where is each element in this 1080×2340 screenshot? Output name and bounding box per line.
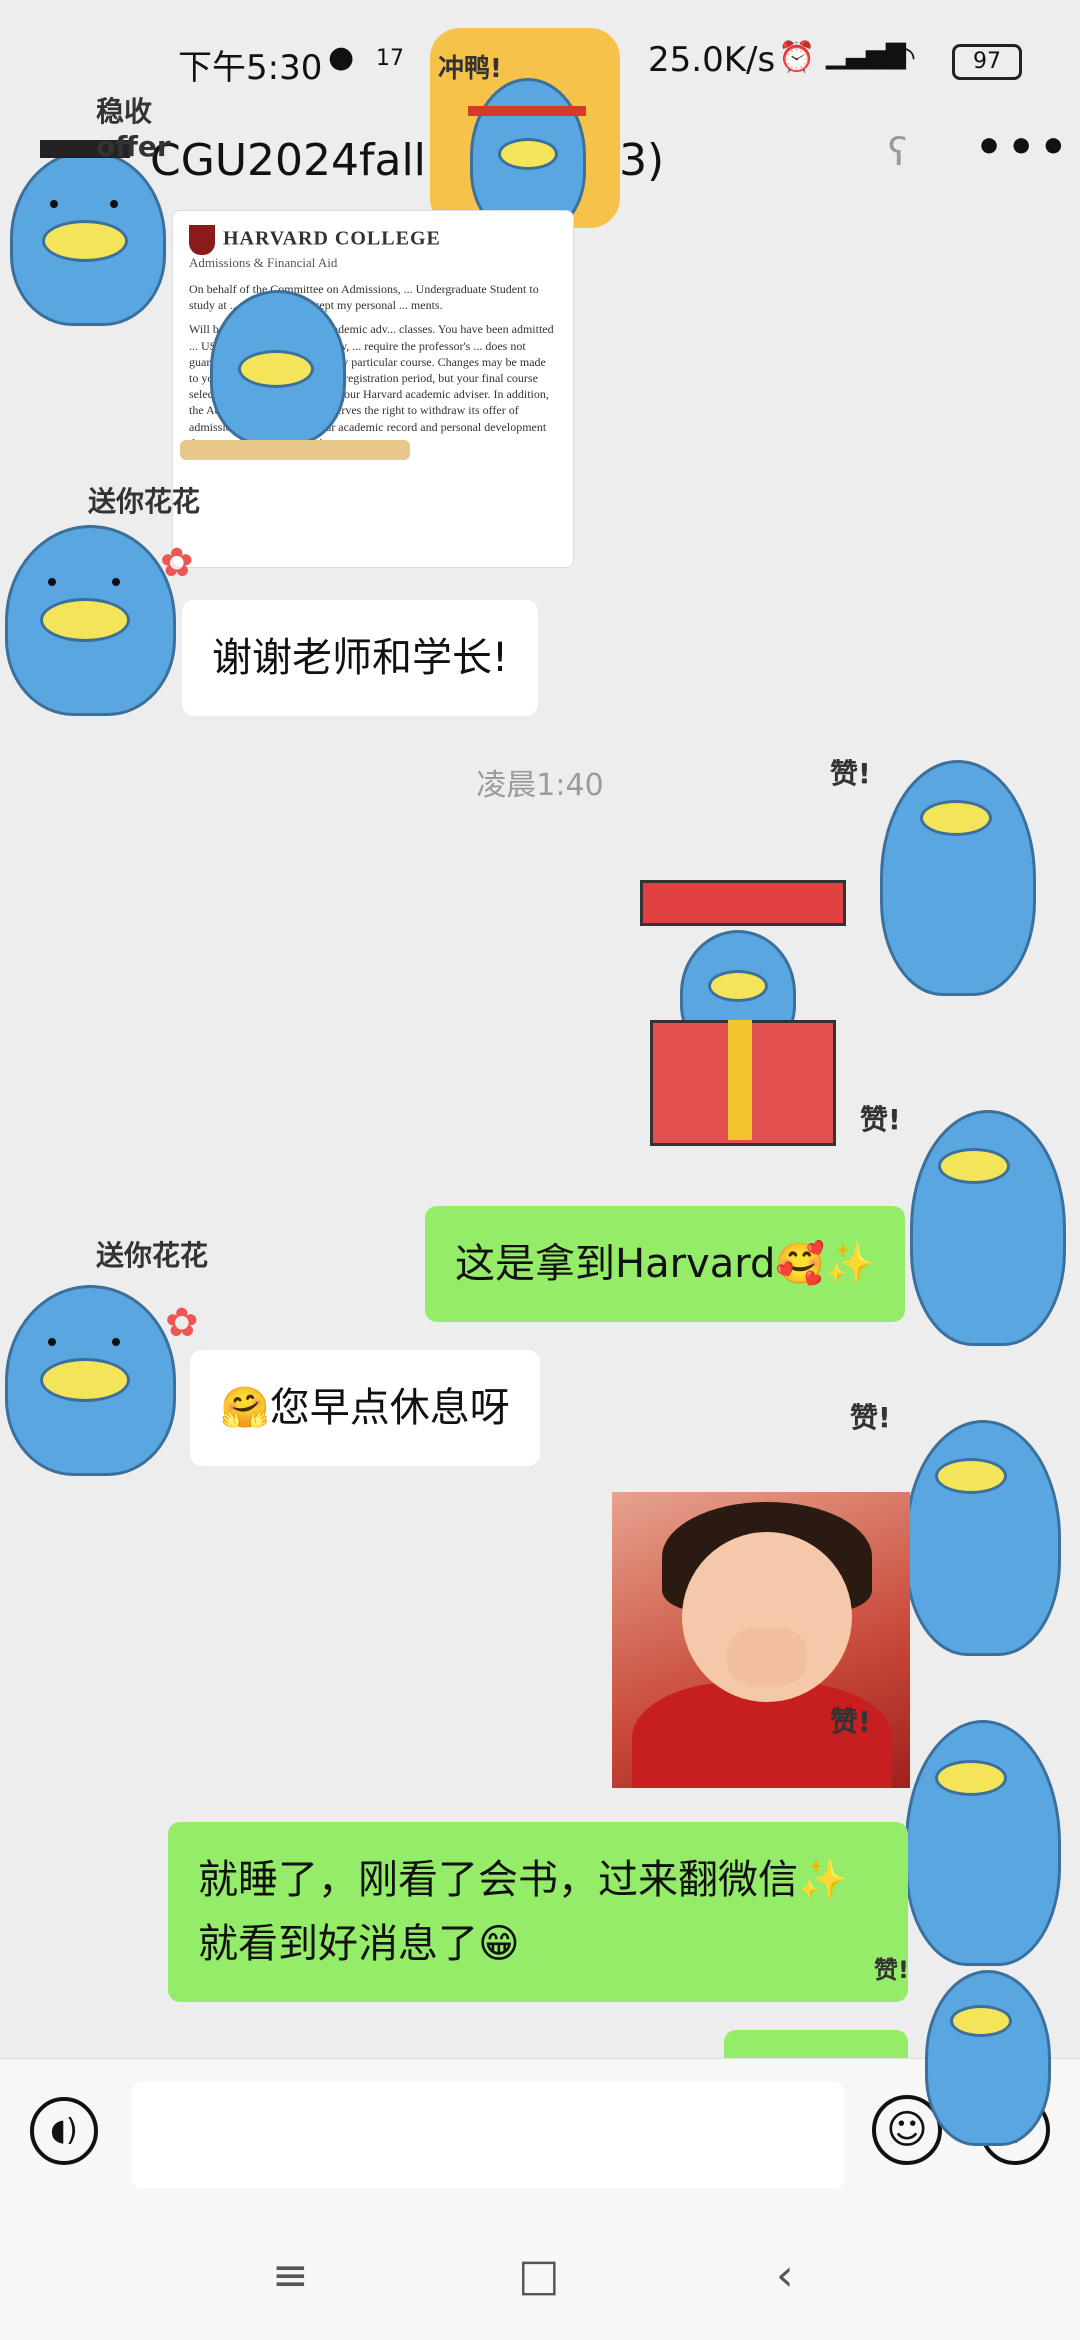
steady-offer-sticker[interactable] xyxy=(180,240,410,460)
steady-offer-sticker[interactable]: 稳收offer xyxy=(0,90,200,340)
alarm-icon: ⏰ xyxy=(778,40,816,75)
sticker-caption: 稳收offer xyxy=(96,95,171,163)
sticker-caption: 送你花花 xyxy=(96,1239,209,1272)
sticker-caption: 赞! xyxy=(830,1705,871,1738)
battery-icon: 97 xyxy=(952,44,1022,80)
ear-mode-icon: ʕ xyxy=(888,130,908,174)
status-time: 下午5:30 xyxy=(178,48,323,88)
menu-nav-button[interactable]: ≡ xyxy=(272,2250,309,2301)
message-input[interactable] xyxy=(132,2082,844,2188)
message-bubble-outgoing[interactable]: 就睡了，刚看了会书，过来翻微信✨就看到好消息了😁 xyxy=(168,1822,908,2002)
more-options-button[interactable]: ••• xyxy=(975,122,1071,173)
calendar-icon: 17 xyxy=(376,46,404,71)
flower-duck-sticker[interactable]: ✿ 送你花花 xyxy=(0,1230,220,1500)
sticker-caption: 赞! xyxy=(850,1401,891,1434)
back-nav-button[interactable]: ‹ xyxy=(776,2250,794,2301)
home-nav-button[interactable]: □ xyxy=(518,2250,560,2301)
sticker-caption: 冲鸭! xyxy=(438,54,502,84)
sticker-caption: 赞! xyxy=(830,757,871,790)
message-bubble-incoming[interactable]: 🤗您早点休息呀 xyxy=(190,1350,540,1466)
gift-box-sticker[interactable] xyxy=(610,860,870,1160)
message-bubble-incoming[interactable]: 谢谢老师和学长! xyxy=(182,600,539,716)
sticker-caption: 赞! xyxy=(874,1956,909,1984)
voice-input-icon[interactable]: ◖) xyxy=(30,2097,98,2165)
notification-dot-icon: ● xyxy=(328,40,355,75)
like-duck-sticker[interactable]: 赞! xyxy=(874,1950,1080,2150)
sticker-caption: 赞! xyxy=(860,1103,901,1136)
flower-duck-sticker[interactable]: ✿ 送你花花 xyxy=(0,480,210,730)
wifi-icon: ◠ xyxy=(890,40,917,75)
net-speed: 25.0K/s xyxy=(648,40,776,80)
sticker-caption: 送你花花 xyxy=(88,485,201,518)
charge-duck-sticker[interactable]: 冲鸭! xyxy=(430,28,620,228)
message-bubble-outgoing[interactable]: 这是拿到Harvard🥰✨ xyxy=(425,1206,905,1322)
